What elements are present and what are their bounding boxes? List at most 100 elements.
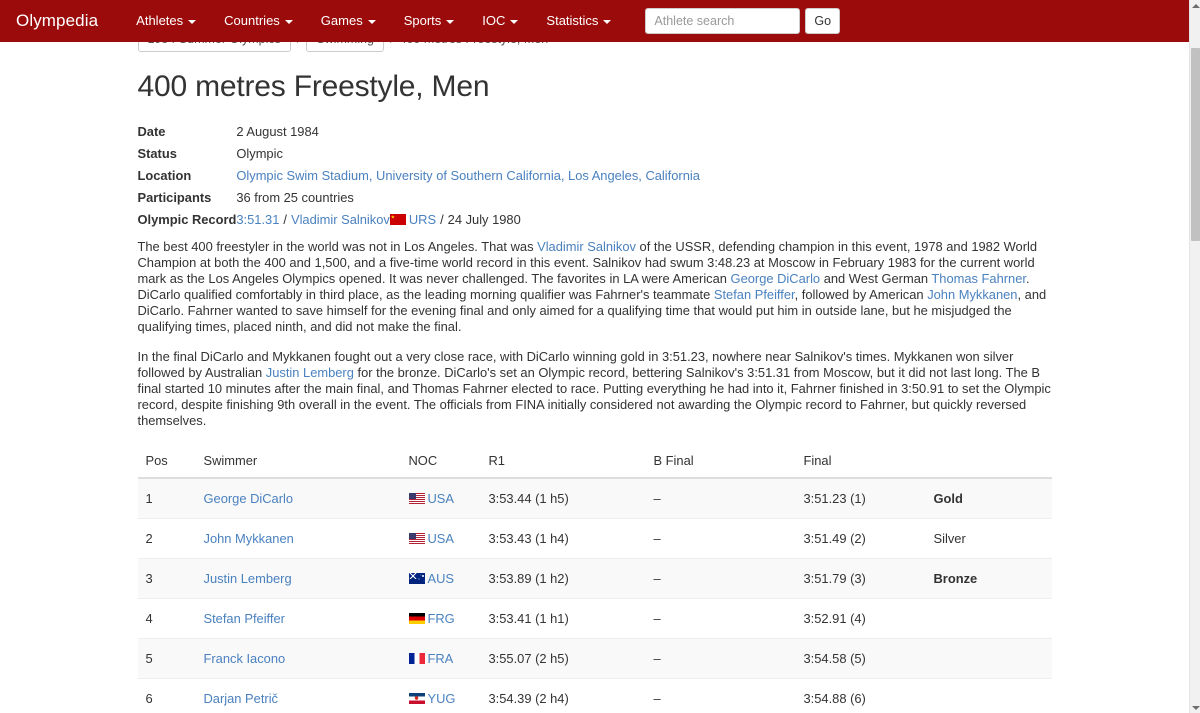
cell-noc: AUS	[400, 558, 481, 599]
scroll-up-arrow-icon[interactable]	[1190, 0, 1200, 11]
noc-link[interactable]: USA	[428, 491, 455, 506]
info-label-location: Location	[137, 168, 192, 183]
nav-item-statistics[interactable]: Statistics	[532, 0, 625, 42]
record-sep-2: /	[440, 212, 444, 227]
page-content: 1984 Summer Olympics / Swimming / 400 me…	[0, 0, 1189, 713]
search-go-button[interactable]: Go	[805, 8, 841, 34]
brand-logo[interactable]: Olympedia	[12, 11, 108, 31]
p1-link-pfeiffer[interactable]: Stefan Pfeiffer	[714, 287, 795, 302]
cell-pos: 6	[137, 678, 196, 713]
cell-medal	[925, 678, 1052, 713]
swimmer-link[interactable]: George DiCarlo	[204, 491, 294, 506]
p2-link-lemberg[interactable]: Justin Lemberg	[266, 365, 354, 380]
page-title: 400 metres Freestyle, Men	[137, 70, 490, 103]
cell-noc: USA	[400, 518, 481, 559]
cell-noc: FRA	[400, 638, 481, 679]
nav-item-label: Statistics	[546, 13, 599, 28]
column-header-noc[interactable]: NOC	[400, 445, 481, 479]
noc-link[interactable]: FRA	[428, 651, 454, 666]
record-time-link[interactable]: 3:51.31	[236, 212, 279, 227]
noc-link[interactable]: FRG	[428, 611, 455, 626]
swimmer-link[interactable]: John Mykkanen	[204, 531, 294, 546]
nav-item-countries[interactable]: Countries	[210, 0, 307, 42]
navbar-search-group: Go	[645, 8, 841, 34]
record-noc-link[interactable]: URS	[409, 212, 436, 227]
swimmer-link[interactable]: Franck Iacono	[204, 651, 286, 666]
nav-item-label: Athletes	[136, 13, 184, 28]
chevron-down-icon	[367, 19, 376, 24]
cell-noc: YUG	[400, 678, 481, 713]
cell-r1: 3:53.44 (1 h5)	[480, 477, 646, 519]
p1-link-salnikov[interactable]: Vladimir Salnikov	[537, 239, 636, 254]
results-table-head: Pos Swimmer NOC R1 B Final Final	[137, 445, 1052, 479]
nav-item-label: Countries	[224, 13, 280, 28]
cell-swimmer: Darjan Petrič	[195, 678, 401, 713]
vertical-scrollbar[interactable]	[1189, 0, 1200, 713]
record-holder-link[interactable]: Vladimir Salnikov	[291, 212, 390, 227]
cell-swimmer: Franck Iacono	[195, 638, 401, 679]
cell-pos: 4	[137, 598, 196, 639]
cell-pos: 1	[137, 477, 196, 519]
nav-item-ioc[interactable]: IOC	[468, 0, 532, 42]
chevron-down-icon	[446, 19, 455, 24]
event-info-table: Date 2 August 1984 Status Olympic Locati…	[138, 121, 700, 231]
cell-swimmer: John Mykkanen	[195, 518, 401, 559]
chevron-down-icon	[603, 19, 612, 24]
column-header-r1[interactable]: R1	[480, 445, 646, 479]
column-header-pos[interactable]: Pos	[137, 445, 196, 479]
description-paragraph-1: The best 400 freestyler in the world was…	[138, 239, 1052, 335]
scroll-down-arrow-icon[interactable]	[1190, 702, 1200, 713]
cell-final: 3:54.88 (6)	[795, 678, 926, 713]
cell-r1: 3:53.41 (1 h1)	[480, 598, 646, 639]
column-header-swimmer[interactable]: Swimmer	[195, 445, 401, 479]
page-viewport: 1984 Summer Olympics / Swimming / 400 me…	[0, 0, 1189, 713]
nav-item-label: Sports	[403, 13, 442, 28]
scrollbar-thumb[interactable]	[1191, 48, 1200, 241]
nav-item-sports[interactable]: Sports	[390, 0, 469, 42]
p1-link-fahrner[interactable]: Thomas Fahrner	[931, 271, 1026, 286]
flag-usa-icon	[408, 493, 425, 504]
record-date: 24 July 1980	[447, 212, 521, 227]
cell-swimmer: Stefan Pfeiffer	[195, 598, 401, 639]
noc-link[interactable]: AUS	[428, 571, 455, 586]
main-container: 400 metres Freestyle, Men Date 2 August …	[137, 0, 1052, 713]
table-row: 2 John Mykkanen USA 3:53.43 (1 h4) –3:51.49 …	[137, 518, 1052, 559]
info-row-participants: Participants 36 from 25 countries	[138, 187, 700, 209]
cell-final: 3:51.49 (2)	[795, 518, 926, 559]
p1-link-dicarlo[interactable]: George DiCarlo	[731, 271, 821, 286]
cell-medal: Silver	[925, 518, 1052, 559]
noc-link[interactable]: USA	[428, 531, 455, 546]
cell-bfinal: –	[645, 558, 796, 599]
swimmer-link[interactable]: Darjan Petrič	[204, 691, 279, 706]
swimmer-link[interactable]: Justin Lemberg	[204, 571, 292, 586]
cell-pos: 3	[137, 558, 196, 599]
flag-yug-icon	[408, 693, 425, 704]
info-row-date: Date 2 August 1984	[138, 121, 700, 143]
info-row-location: Location Olympic Swim Stadium, Universit…	[138, 165, 700, 187]
location-link[interactable]: Olympic Swim Stadium, University of Sout…	[236, 168, 700, 183]
cell-noc: FRG	[400, 598, 481, 639]
p1-text-a: The best 400 freestyler in the world was…	[137, 239, 538, 254]
column-header-final[interactable]: Final	[795, 445, 926, 479]
cell-pos: 2	[137, 518, 196, 559]
info-row-olympic-record: Olympic Record 3:51.31 / Vladimir Salnikov…	[138, 209, 700, 231]
swimmer-link[interactable]: Stefan Pfeiffer	[204, 611, 285, 626]
search-input[interactable]	[645, 8, 801, 34]
results-table-body: 1 George DiCarlo USA 3:53.44 (1 h5) –3:51.23…	[137, 477, 1052, 713]
table-row: 3 Justin Lemberg AUS 3:53.89 (1 h2) –3:51.79…	[137, 558, 1052, 599]
p1-link-mykkanen[interactable]: John Mykkanen	[927, 287, 1017, 302]
nav-item-games[interactable]: Games	[307, 0, 390, 42]
nav-item-label: Games	[320, 13, 363, 28]
description-paragraph-2: In the final DiCarlo and Mykkanen fought…	[138, 349, 1052, 429]
p1-text-e: , followed by American	[794, 287, 928, 302]
noc-link[interactable]: YUG	[428, 691, 456, 706]
cell-bfinal: –	[645, 678, 796, 713]
nav-links: Athletes Countries Games Sports IOC Statistic…	[122, 0, 625, 42]
chevron-down-icon	[188, 19, 197, 24]
nav-item-athletes[interactable]: Athletes	[122, 0, 210, 42]
cell-bfinal: –	[645, 638, 796, 679]
info-label-participants: Participants	[137, 190, 212, 205]
table-row: 6 Darjan Petrič YUG 3:54.39 (2 h4) –3:54.88 …	[137, 678, 1052, 713]
column-header-bfinal[interactable]: B Final	[645, 445, 796, 479]
flag-frg-icon	[408, 613, 425, 624]
